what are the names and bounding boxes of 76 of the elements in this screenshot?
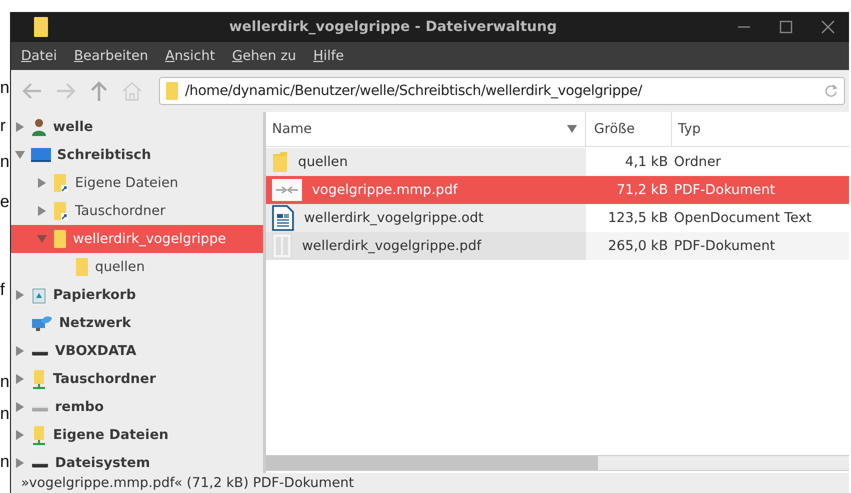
drive-icon bbox=[31, 350, 49, 356]
background-text: n bbox=[0, 152, 10, 172]
sidebar-item[interactable]: VBOXDATA bbox=[11, 336, 263, 365]
folder-icon bbox=[165, 80, 179, 101]
monitor-icon bbox=[31, 146, 51, 163]
background-text: n bbox=[0, 78, 10, 98]
background-text: n bbox=[0, 404, 10, 424]
expander-icon[interactable] bbox=[15, 290, 25, 300]
background-text: r bbox=[0, 116, 6, 136]
sidebar-item[interactable]: Dateisystem bbox=[11, 448, 263, 477]
shared-folder-icon bbox=[31, 368, 47, 389]
drive-icon bbox=[31, 406, 49, 412]
maximize-icon[interactable] bbox=[779, 20, 793, 34]
text-document-icon bbox=[272, 204, 294, 231]
location-field[interactable]: /home/dynamic/Benutzer/welle/Schreibtisch/wellerdirk_vogelgrippe/ bbox=[159, 76, 845, 105]
sidebar-item[interactable]: Tauschordner bbox=[11, 364, 263, 393]
status-text: »vogelgrippe.mmp.pdf« (71,2 kB) PDF-Dokument bbox=[21, 475, 354, 491]
expander-icon[interactable] bbox=[15, 150, 25, 160]
sidebar-item[interactable]: Eigene Dateien bbox=[11, 420, 263, 449]
menu-item[interactable]: Bearbeiten bbox=[74, 48, 148, 64]
close-icon[interactable] bbox=[821, 20, 835, 34]
trash-icon bbox=[31, 286, 47, 304]
reload-icon[interactable] bbox=[824, 84, 838, 98]
document-icon bbox=[272, 232, 292, 259]
expander-icon[interactable] bbox=[15, 430, 25, 440]
file-name: wellerdirk_vogelgrippe.pdf bbox=[302, 238, 482, 254]
sidebar-item[interactable]: Eigene Dateien bbox=[11, 168, 263, 197]
folder-shortcut-icon bbox=[53, 172, 69, 193]
menu-item[interactable]: Hilfe bbox=[313, 48, 344, 64]
horizontal-scrollbar[interactable] bbox=[266, 455, 849, 472]
expander-icon[interactable] bbox=[37, 234, 47, 244]
expander-icon[interactable] bbox=[15, 122, 25, 132]
expander-icon[interactable] bbox=[15, 402, 25, 412]
sidebar-item[interactable]: quellen bbox=[11, 252, 263, 281]
background-text: f bbox=[0, 280, 5, 300]
column-header[interactable]: Größe bbox=[586, 112, 672, 146]
document-thumbnail-icon bbox=[272, 178, 302, 201]
file-name: wellerdirk_vogelgrippe.odt bbox=[304, 210, 484, 226]
drive-icon bbox=[31, 462, 49, 468]
folder-icon bbox=[75, 256, 89, 277]
expander-icon[interactable] bbox=[15, 346, 25, 356]
shared-folder-icon bbox=[31, 424, 47, 445]
expander-icon[interactable] bbox=[37, 178, 47, 188]
file-size: 265,0 kB bbox=[586, 232, 672, 260]
menu-item[interactable]: Datei bbox=[21, 48, 58, 64]
folder-icon bbox=[272, 150, 288, 173]
file-type: PDF-Dokument bbox=[672, 176, 849, 204]
background-text: n bbox=[0, 372, 10, 392]
sidebar-item[interactable]: rembo bbox=[11, 392, 263, 421]
up-arrow-icon[interactable] bbox=[89, 80, 109, 102]
window-title: wellerdirk_vogelgrippe - Dateiverwaltung bbox=[228, 18, 558, 35]
sidebar-item[interactable]: Schreibtisch bbox=[11, 140, 263, 169]
menu-item[interactable]: Ansicht bbox=[165, 48, 216, 64]
sidebar-item[interactable]: Tauschordner bbox=[11, 196, 263, 225]
menu-item[interactable]: Gehen zu bbox=[232, 48, 296, 64]
person-icon bbox=[31, 118, 47, 136]
column-header[interactable]: Typ bbox=[672, 112, 849, 146]
sort-arrow-icon bbox=[567, 124, 577, 133]
expander-icon[interactable] bbox=[15, 458, 25, 468]
back-arrow-icon[interactable] bbox=[21, 80, 43, 101]
file-size: 71,2 kB bbox=[586, 176, 672, 204]
column-header[interactable]: Name bbox=[266, 112, 586, 146]
sidebar-item[interactable]: Netzwerk bbox=[11, 308, 263, 337]
background-text: e bbox=[0, 192, 10, 212]
file-name: quellen bbox=[298, 154, 348, 170]
sidebar-item[interactable]: welle bbox=[11, 112, 263, 141]
expander-icon[interactable] bbox=[37, 206, 47, 216]
file-name: vogelgrippe.mmp.pdf bbox=[312, 182, 458, 198]
expander-icon[interactable] bbox=[15, 374, 25, 384]
file-type: PDF-Dokument bbox=[672, 232, 849, 260]
folder-icon bbox=[33, 16, 49, 38]
folder-shortcut-icon bbox=[53, 200, 69, 221]
background-text: n bbox=[0, 452, 10, 472]
network-icon bbox=[31, 314, 53, 332]
folder-icon bbox=[53, 228, 67, 249]
sidebar-item[interactable]: Papierkorb bbox=[11, 280, 263, 309]
